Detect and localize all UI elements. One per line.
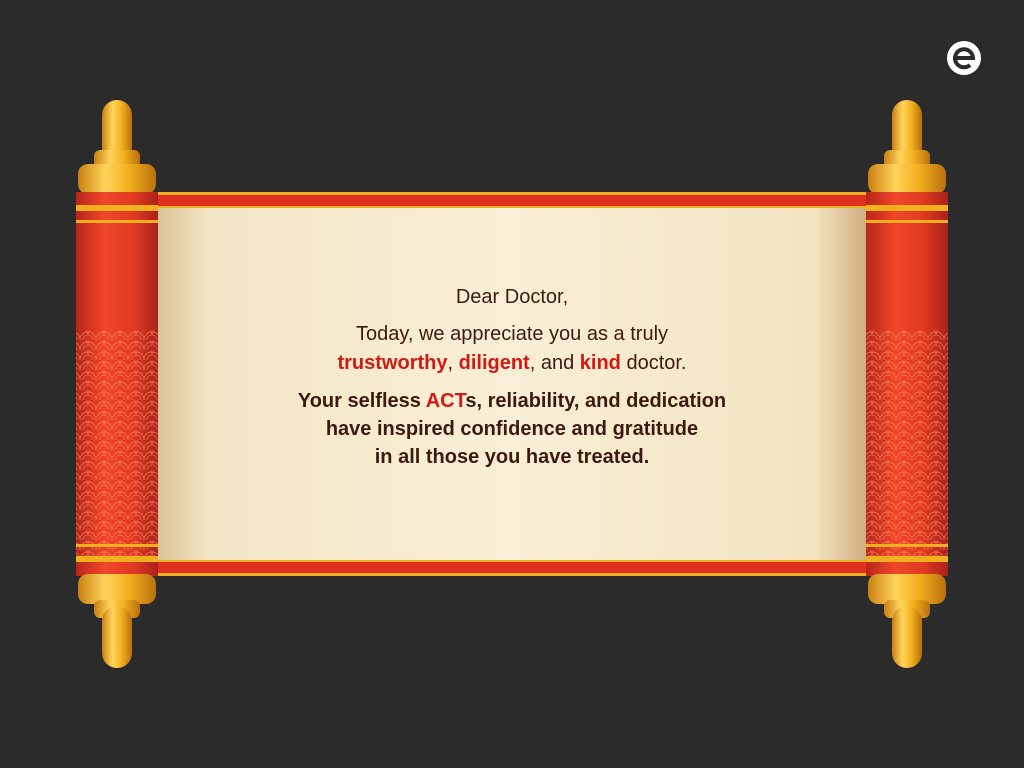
separator: ,	[447, 352, 459, 374]
tribute-line-3: in all those you have treated.	[374, 446, 650, 468]
card-canvas: Dear Doctor, Today, we appreciate you as…	[0, 0, 1024, 768]
tribute-line-1: Your selfless ACTs, reliability, and ded…	[200, 387, 824, 415]
right-roller	[866, 100, 948, 668]
left-roller	[76, 100, 158, 668]
tribute-after-acts: s, reliability, and dedication	[465, 390, 727, 412]
appreciation-line-2: trustworthy, diligent, and kind doctor.	[200, 349, 824, 378]
tribute-acts: ACT	[425, 390, 466, 412]
appreciation-tail: doctor.	[620, 352, 687, 374]
quality-kind: kind	[579, 352, 621, 374]
greeting: Dear Doctor,	[455, 286, 569, 308]
appreciation-line-1: Today, we appreciate you as a truly	[355, 323, 669, 345]
separator: , and	[529, 352, 580, 374]
tribute-text: Your selfless ACTs, reliability, and ded…	[200, 387, 824, 471]
appreciation-text: Today, we appreciate you as a truly trus…	[200, 320, 824, 378]
letter-message: Dear Doctor, Today, we appreciate you as…	[200, 282, 824, 471]
quality-diligent: diligent	[458, 352, 530, 374]
brand-logo-icon	[947, 41, 981, 75]
quality-trustworthy: trustworthy	[337, 352, 448, 374]
tribute-start: Your selfless	[297, 390, 426, 412]
tribute-line-2: have inspired confidence and gratitude	[325, 418, 699, 440]
